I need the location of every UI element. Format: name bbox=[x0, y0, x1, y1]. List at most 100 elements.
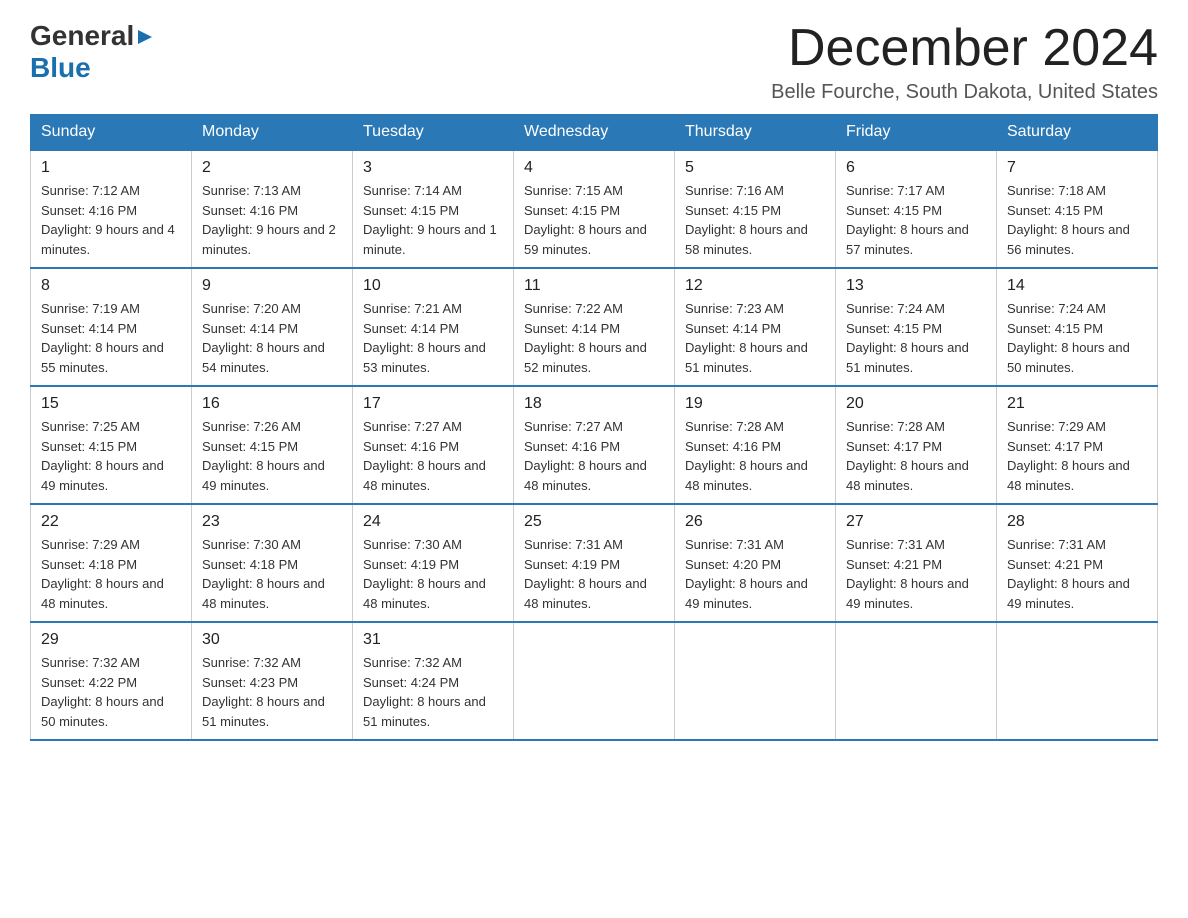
day-info: Sunrise: 7:13 AM Sunset: 4:16 PM Dayligh… bbox=[202, 181, 342, 259]
table-row: 2 Sunrise: 7:13 AM Sunset: 4:16 PM Dayli… bbox=[192, 150, 353, 268]
day-number: 28 bbox=[1007, 513, 1147, 531]
day-info: Sunrise: 7:29 AM Sunset: 4:18 PM Dayligh… bbox=[41, 535, 181, 613]
calendar-week-2: 8 Sunrise: 7:19 AM Sunset: 4:14 PM Dayli… bbox=[31, 268, 1158, 386]
day-number: 13 bbox=[846, 277, 986, 295]
table-row: 4 Sunrise: 7:15 AM Sunset: 4:15 PM Dayli… bbox=[514, 150, 675, 268]
day-number: 26 bbox=[685, 513, 825, 531]
day-number: 25 bbox=[524, 513, 664, 531]
calendar-week-4: 22 Sunrise: 7:29 AM Sunset: 4:18 PM Dayl… bbox=[31, 504, 1158, 622]
day-number: 12 bbox=[685, 277, 825, 295]
table-row: 7 Sunrise: 7:18 AM Sunset: 4:15 PM Dayli… bbox=[997, 150, 1158, 268]
day-info: Sunrise: 7:19 AM Sunset: 4:14 PM Dayligh… bbox=[41, 299, 181, 377]
title-block: December 2024 Belle Fourche, South Dakot… bbox=[771, 20, 1158, 104]
day-number: 30 bbox=[202, 631, 342, 649]
day-number: 20 bbox=[846, 395, 986, 413]
header-thursday: Thursday bbox=[675, 115, 836, 151]
calendar-title: December 2024 bbox=[771, 20, 1158, 77]
day-info: Sunrise: 7:29 AM Sunset: 4:17 PM Dayligh… bbox=[1007, 417, 1147, 495]
day-info: Sunrise: 7:18 AM Sunset: 4:15 PM Dayligh… bbox=[1007, 181, 1147, 259]
logo-general-text: General bbox=[30, 20, 134, 52]
day-number: 10 bbox=[363, 277, 503, 295]
table-row: 10 Sunrise: 7:21 AM Sunset: 4:14 PM Dayl… bbox=[353, 268, 514, 386]
day-info: Sunrise: 7:14 AM Sunset: 4:15 PM Dayligh… bbox=[363, 181, 503, 259]
logo: General Blue bbox=[30, 20, 154, 84]
day-info: Sunrise: 7:20 AM Sunset: 4:14 PM Dayligh… bbox=[202, 299, 342, 377]
day-info: Sunrise: 7:32 AM Sunset: 4:23 PM Dayligh… bbox=[202, 653, 342, 731]
table-row: 19 Sunrise: 7:28 AM Sunset: 4:16 PM Dayl… bbox=[675, 386, 836, 504]
table-row: 24 Sunrise: 7:30 AM Sunset: 4:19 PM Dayl… bbox=[353, 504, 514, 622]
table-row: 27 Sunrise: 7:31 AM Sunset: 4:21 PM Dayl… bbox=[836, 504, 997, 622]
day-info: Sunrise: 7:21 AM Sunset: 4:14 PM Dayligh… bbox=[363, 299, 503, 377]
day-info: Sunrise: 7:24 AM Sunset: 4:15 PM Dayligh… bbox=[846, 299, 986, 377]
table-row: 5 Sunrise: 7:16 AM Sunset: 4:15 PM Dayli… bbox=[675, 150, 836, 268]
day-info: Sunrise: 7:28 AM Sunset: 4:16 PM Dayligh… bbox=[685, 417, 825, 495]
header-friday: Friday bbox=[836, 115, 997, 151]
day-number: 17 bbox=[363, 395, 503, 413]
table-row bbox=[675, 622, 836, 740]
header-wednesday: Wednesday bbox=[514, 115, 675, 151]
day-info: Sunrise: 7:24 AM Sunset: 4:15 PM Dayligh… bbox=[1007, 299, 1147, 377]
table-row: 11 Sunrise: 7:22 AM Sunset: 4:14 PM Dayl… bbox=[514, 268, 675, 386]
day-info: Sunrise: 7:23 AM Sunset: 4:14 PM Dayligh… bbox=[685, 299, 825, 377]
day-number: 6 bbox=[846, 159, 986, 177]
page-header: General Blue December 2024 Belle Fourche… bbox=[30, 20, 1158, 104]
calendar-week-3: 15 Sunrise: 7:25 AM Sunset: 4:15 PM Dayl… bbox=[31, 386, 1158, 504]
day-number: 5 bbox=[685, 159, 825, 177]
calendar-subtitle: Belle Fourche, South Dakota, United Stat… bbox=[771, 81, 1158, 104]
calendar-table: Sunday Monday Tuesday Wednesday Thursday… bbox=[30, 114, 1158, 741]
day-number: 19 bbox=[685, 395, 825, 413]
table-row: 29 Sunrise: 7:32 AM Sunset: 4:22 PM Dayl… bbox=[31, 622, 192, 740]
table-row: 12 Sunrise: 7:23 AM Sunset: 4:14 PM Dayl… bbox=[675, 268, 836, 386]
day-number: 8 bbox=[41, 277, 181, 295]
table-row: 17 Sunrise: 7:27 AM Sunset: 4:16 PM Dayl… bbox=[353, 386, 514, 504]
day-info: Sunrise: 7:16 AM Sunset: 4:15 PM Dayligh… bbox=[685, 181, 825, 259]
calendar-header-row: Sunday Monday Tuesday Wednesday Thursday… bbox=[31, 115, 1158, 151]
header-saturday: Saturday bbox=[997, 115, 1158, 151]
day-info: Sunrise: 7:27 AM Sunset: 4:16 PM Dayligh… bbox=[363, 417, 503, 495]
table-row: 20 Sunrise: 7:28 AM Sunset: 4:17 PM Dayl… bbox=[836, 386, 997, 504]
table-row: 21 Sunrise: 7:29 AM Sunset: 4:17 PM Dayl… bbox=[997, 386, 1158, 504]
day-info: Sunrise: 7:31 AM Sunset: 4:19 PM Dayligh… bbox=[524, 535, 664, 613]
day-number: 2 bbox=[202, 159, 342, 177]
table-row bbox=[836, 622, 997, 740]
table-row: 26 Sunrise: 7:31 AM Sunset: 4:20 PM Dayl… bbox=[675, 504, 836, 622]
day-number: 15 bbox=[41, 395, 181, 413]
table-row: 1 Sunrise: 7:12 AM Sunset: 4:16 PM Dayli… bbox=[31, 150, 192, 268]
table-row: 9 Sunrise: 7:20 AM Sunset: 4:14 PM Dayli… bbox=[192, 268, 353, 386]
header-monday: Monday bbox=[192, 115, 353, 151]
day-number: 3 bbox=[363, 159, 503, 177]
day-number: 9 bbox=[202, 277, 342, 295]
day-number: 31 bbox=[363, 631, 503, 649]
calendar-week-1: 1 Sunrise: 7:12 AM Sunset: 4:16 PM Dayli… bbox=[31, 150, 1158, 268]
day-info: Sunrise: 7:30 AM Sunset: 4:19 PM Dayligh… bbox=[363, 535, 503, 613]
day-info: Sunrise: 7:22 AM Sunset: 4:14 PM Dayligh… bbox=[524, 299, 664, 377]
day-info: Sunrise: 7:26 AM Sunset: 4:15 PM Dayligh… bbox=[202, 417, 342, 495]
table-row bbox=[997, 622, 1158, 740]
header-tuesday: Tuesday bbox=[353, 115, 514, 151]
logo-flag-icon bbox=[136, 28, 154, 46]
table-row: 28 Sunrise: 7:31 AM Sunset: 4:21 PM Dayl… bbox=[997, 504, 1158, 622]
day-number: 23 bbox=[202, 513, 342, 531]
table-row: 8 Sunrise: 7:19 AM Sunset: 4:14 PM Dayli… bbox=[31, 268, 192, 386]
day-info: Sunrise: 7:31 AM Sunset: 4:21 PM Dayligh… bbox=[846, 535, 986, 613]
day-number: 18 bbox=[524, 395, 664, 413]
day-number: 27 bbox=[846, 513, 986, 531]
header-sunday: Sunday bbox=[31, 115, 192, 151]
calendar-week-5: 29 Sunrise: 7:32 AM Sunset: 4:22 PM Dayl… bbox=[31, 622, 1158, 740]
table-row: 30 Sunrise: 7:32 AM Sunset: 4:23 PM Dayl… bbox=[192, 622, 353, 740]
table-row: 22 Sunrise: 7:29 AM Sunset: 4:18 PM Dayl… bbox=[31, 504, 192, 622]
day-info: Sunrise: 7:31 AM Sunset: 4:21 PM Dayligh… bbox=[1007, 535, 1147, 613]
day-info: Sunrise: 7:28 AM Sunset: 4:17 PM Dayligh… bbox=[846, 417, 986, 495]
day-number: 29 bbox=[41, 631, 181, 649]
day-info: Sunrise: 7:17 AM Sunset: 4:15 PM Dayligh… bbox=[846, 181, 986, 259]
table-row: 18 Sunrise: 7:27 AM Sunset: 4:16 PM Dayl… bbox=[514, 386, 675, 504]
day-info: Sunrise: 7:32 AM Sunset: 4:22 PM Dayligh… bbox=[41, 653, 181, 731]
day-info: Sunrise: 7:27 AM Sunset: 4:16 PM Dayligh… bbox=[524, 417, 664, 495]
table-row bbox=[514, 622, 675, 740]
day-info: Sunrise: 7:15 AM Sunset: 4:15 PM Dayligh… bbox=[524, 181, 664, 259]
day-number: 21 bbox=[1007, 395, 1147, 413]
day-number: 14 bbox=[1007, 277, 1147, 295]
day-number: 11 bbox=[524, 277, 664, 295]
table-row: 15 Sunrise: 7:25 AM Sunset: 4:15 PM Dayl… bbox=[31, 386, 192, 504]
day-number: 22 bbox=[41, 513, 181, 531]
